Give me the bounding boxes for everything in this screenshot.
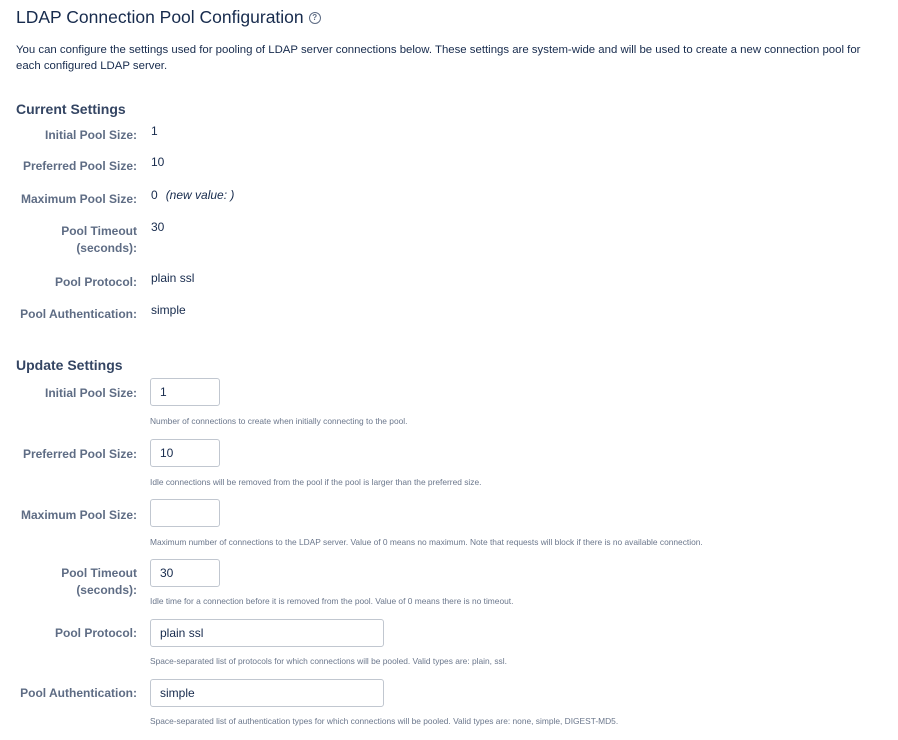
initial-pool-size-label: Initial Pool Size: bbox=[44, 386, 137, 400]
current-maximum-value: 0 (new value: ) bbox=[151, 188, 234, 202]
pool-timeout-input[interactable] bbox=[150, 559, 220, 587]
maximum-pool-size-description: Maximum number of connections to the LDA… bbox=[150, 537, 703, 547]
pool-authentication-input[interactable] bbox=[150, 679, 384, 707]
current-initial-label: Initial Pool Size: bbox=[44, 128, 137, 142]
initial-pool-size-description: Number of connections to create when ini… bbox=[150, 416, 408, 426]
pool-protocol-description: Space-separated list of protocols for wh… bbox=[150, 656, 507, 666]
current-preferred-value: 10 bbox=[151, 155, 165, 169]
current-auth-value: simple bbox=[151, 303, 186, 317]
page-description: You can configure the settings used for … bbox=[16, 44, 861, 72]
pool-authentication-description: Space-separated list of authentication t… bbox=[150, 716, 619, 726]
pool-authentication-label: Pool Authentication: bbox=[20, 686, 137, 700]
maximum-pool-size-label: Maximum Pool Size: bbox=[20, 508, 137, 522]
maximum-pool-size-input[interactable] bbox=[150, 499, 220, 527]
initial-pool-size-input[interactable] bbox=[150, 378, 220, 406]
current-preferred-label: Preferred Pool Size: bbox=[22, 159, 137, 173]
pool-protocol-label: Pool Protocol: bbox=[55, 626, 137, 640]
current-timeout-value: 30 bbox=[151, 220, 165, 234]
current-timeout-label: Pool Timeout (seconds): bbox=[61, 224, 137, 255]
current-initial-value: 1 bbox=[151, 124, 158, 138]
update-settings-heading: Update Settings bbox=[16, 357, 123, 373]
current-auth-label: Pool Authentication: bbox=[20, 307, 137, 321]
new-value-note: (new value: ) bbox=[165, 188, 235, 202]
pool-timeout-label: Pool Timeout (seconds): bbox=[61, 566, 137, 597]
current-settings-heading: Current Settings bbox=[16, 101, 126, 117]
preferred-pool-size-input[interactable] bbox=[150, 439, 220, 467]
pool-protocol-input[interactable] bbox=[150, 619, 384, 647]
current-protocol-label: Pool Protocol: bbox=[55, 275, 137, 289]
page-title: LDAP Connection Pool Configuration? bbox=[16, 7, 321, 28]
current-maximum-number: 0 bbox=[151, 188, 158, 202]
current-maximum-label: Maximum Pool Size: bbox=[20, 192, 137, 206]
current-protocol-value: plain ssl bbox=[151, 271, 195, 285]
help-icon[interactable]: ? bbox=[308, 12, 321, 24]
pool-timeout-description: Idle time for a connection before it is … bbox=[150, 596, 514, 606]
preferred-pool-size-description: Idle connections will be removed from th… bbox=[150, 477, 482, 487]
preferred-pool-size-label: Preferred Pool Size: bbox=[22, 447, 137, 461]
